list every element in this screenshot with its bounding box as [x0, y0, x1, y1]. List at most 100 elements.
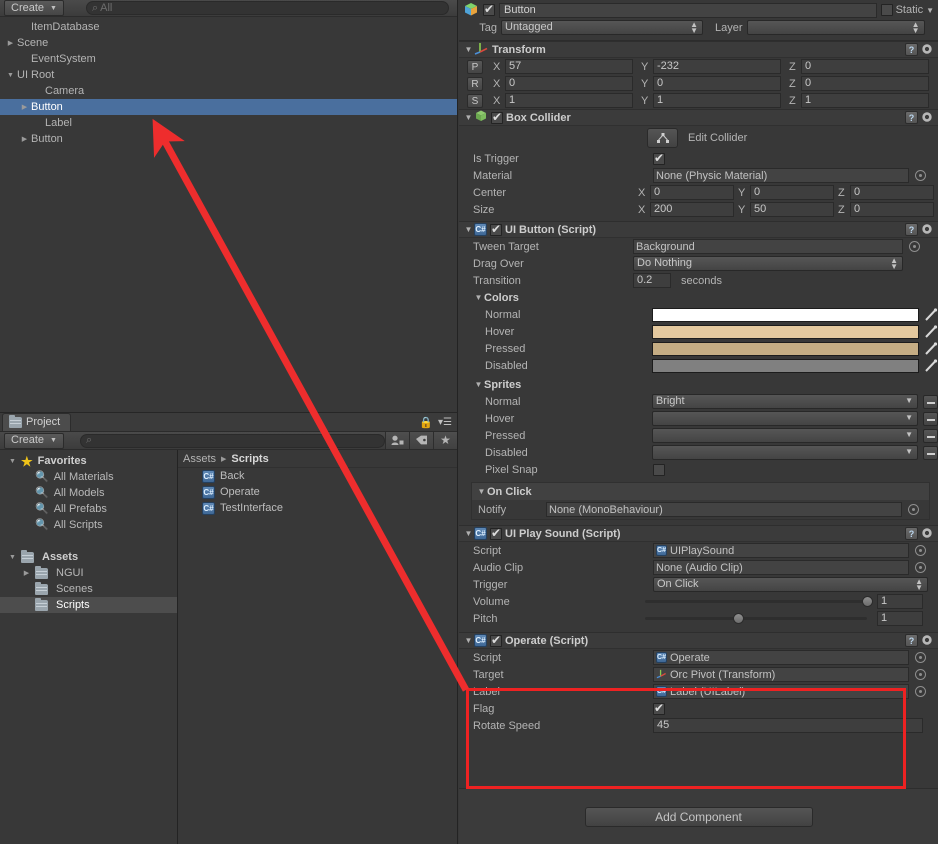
foldout-arrow-icon[interactable]: ▼: [463, 636, 474, 645]
color-swatch[interactable]: [652, 341, 919, 356]
axis-input[interactable]: 1: [653, 93, 781, 108]
component-header-operate[interactable]: ▼ C# Operate (Script) ?: [459, 632, 938, 649]
transform-row-prefix[interactable]: P: [467, 59, 483, 74]
operate-target-picker-icon[interactable]: [915, 669, 926, 680]
size-input[interactable]: 200: [650, 202, 734, 217]
operate-rotate-speed-input[interactable]: 45: [653, 718, 923, 733]
is-trigger-checkbox[interactable]: [653, 151, 665, 165]
operate-label-picker-icon[interactable]: [915, 686, 926, 697]
favorites-icon[interactable]: ★: [433, 432, 457, 449]
pixel-snap-checkbox[interactable]: [653, 463, 665, 476]
tween-target-picker-icon[interactable]: [909, 241, 920, 252]
foldout-arrow-icon[interactable]: ▼: [463, 113, 474, 122]
asset-item[interactable]: C# Operate: [178, 484, 457, 500]
sound-script-picker-icon[interactable]: [915, 545, 926, 556]
foldout-arrow-icon[interactable]: ▼: [473, 293, 484, 302]
pitch-input[interactable]: 1: [877, 611, 923, 626]
tween-target-object-field[interactable]: Background: [633, 239, 903, 254]
gear-icon[interactable]: [921, 634, 934, 647]
tag-dropdown[interactable]: Untagged ▲ ▼: [501, 20, 703, 35]
gameobject-name-field[interactable]: Button: [499, 2, 877, 18]
remove-sprite-button[interactable]: [923, 394, 938, 409]
axis-input[interactable]: -232: [653, 59, 781, 74]
transition-input[interactable]: 0.2: [633, 273, 671, 288]
ui-play-sound-enabled-checkbox[interactable]: [490, 526, 502, 540]
color-swatch[interactable]: [652, 324, 919, 339]
ui-button-enabled-checkbox[interactable]: [490, 222, 502, 236]
foldout-arrow-icon[interactable]: ▼: [6, 458, 19, 465]
foldout-arrow-icon[interactable]: ▼: [4, 72, 17, 79]
hierarchy-item[interactable]: Camera: [0, 83, 457, 99]
edit-collider-button[interactable]: [647, 128, 678, 148]
foldout-arrow-icon[interactable]: ▶: [20, 569, 33, 577]
axis-input[interactable]: 0: [801, 76, 929, 91]
remove-sprite-button[interactable]: [923, 445, 938, 460]
foldout-arrow-icon[interactable]: ▼: [463, 225, 474, 234]
foldout-arrow-icon[interactable]: ▶: [18, 135, 31, 143]
static-toggle[interactable]: Static ▼: [880, 4, 934, 16]
operate-script-picker-icon[interactable]: [915, 652, 926, 663]
sprite-dropdown[interactable]: Bright ▼: [651, 394, 918, 409]
operate-flag-checkbox[interactable]: [653, 701, 665, 715]
foldout-arrow-icon[interactable]: ▼: [463, 529, 474, 538]
sound-script-object-field[interactable]: C# UIPlaySound: [653, 543, 909, 558]
project-tree-item[interactable]: 🔍 All Materials: [0, 469, 177, 485]
hierarchy-search-input[interactable]: ⌕ All: [85, 1, 449, 15]
help-icon[interactable]: ?: [905, 111, 918, 124]
volume-slider-handle[interactable]: [862, 596, 873, 607]
drag-over-dropdown[interactable]: Do Nothing ▲ ▼: [633, 256, 903, 271]
colors-foldout[interactable]: ▼ Colors: [459, 289, 938, 306]
audio-clip-object-field[interactable]: None (Audio Clip): [653, 560, 909, 575]
hierarchy-create-button[interactable]: Create ▼: [4, 0, 64, 16]
asset-item[interactable]: C# Back: [178, 468, 457, 484]
hierarchy-item[interactable]: ItemDatabase: [0, 19, 457, 35]
foldout-arrow-icon[interactable]: ▼: [463, 45, 474, 54]
layer-dropdown[interactable]: ▲ ▼: [746, 20, 925, 35]
eyedropper-icon[interactable]: [924, 324, 938, 339]
transform-row-prefix[interactable]: R: [467, 76, 483, 91]
pitch-slider-handle[interactable]: [733, 613, 745, 624]
project-tree-item[interactable]: Scenes: [0, 581, 177, 597]
component-header-ui-play-sound[interactable]: ▼ C# UI Play Sound (Script) ?: [459, 525, 938, 542]
eyedropper-icon[interactable]: [924, 358, 938, 373]
filter-by-type-icon[interactable]: [385, 432, 409, 449]
operate-enabled-checkbox[interactable]: [490, 633, 502, 647]
foldout-arrow-icon[interactable]: ▼: [476, 487, 487, 496]
help-icon[interactable]: ?: [905, 223, 918, 236]
component-header-transform[interactable]: ▼ Transform ?: [459, 41, 938, 58]
color-swatch[interactable]: [652, 358, 919, 373]
volume-slider[interactable]: [645, 596, 873, 607]
lock-icon[interactable]: 🔒: [419, 416, 433, 429]
project-tree-item[interactable]: Scripts: [0, 597, 177, 613]
axis-input[interactable]: 0: [653, 76, 781, 91]
notify-object-field[interactable]: None (MonoBehaviour): [546, 502, 902, 517]
breadcrumb-root[interactable]: Assets: [183, 453, 216, 465]
project-tree-item[interactable]: ▶ NGUI: [0, 565, 177, 581]
axis-input[interactable]: 0: [505, 76, 633, 91]
component-header-ui-button[interactable]: ▼ C# UI Button (Script) ?: [459, 221, 938, 238]
project-tree-item[interactable]: 🔍 All Models: [0, 485, 177, 501]
help-icon[interactable]: ?: [905, 634, 918, 647]
eyedropper-icon[interactable]: [924, 341, 938, 356]
box-collider-enabled-checkbox[interactable]: [491, 110, 503, 124]
material-object-field[interactable]: None (Physic Material): [653, 168, 909, 183]
material-picker-icon[interactable]: [915, 170, 926, 181]
size-input[interactable]: 50: [750, 202, 834, 217]
hierarchy-item[interactable]: ▼ UI Root: [0, 67, 457, 83]
tab-project[interactable]: Project: [2, 413, 72, 431]
asset-item[interactable]: C# TestInterface: [178, 500, 457, 516]
notify-picker-icon[interactable]: [908, 504, 919, 515]
chevron-down-icon[interactable]: ▼: [926, 6, 934, 15]
gear-icon[interactable]: [921, 527, 934, 540]
trigger-dropdown[interactable]: On Click ▲ ▼: [653, 577, 928, 592]
axis-input[interactable]: 0: [801, 59, 929, 74]
remove-sprite-button[interactable]: [923, 411, 938, 426]
sprites-foldout[interactable]: ▼ Sprites: [459, 376, 938, 393]
foldout-arrow-icon[interactable]: ▼: [6, 554, 19, 561]
foldout-arrow-icon[interactable]: ▶: [4, 39, 17, 47]
gear-icon[interactable]: [921, 43, 934, 56]
project-search-input[interactable]: ⌕: [79, 433, 385, 448]
project-tree-item[interactable]: ▼ ★ Favorites: [0, 453, 177, 469]
add-component-button[interactable]: Add Component: [584, 806, 813, 827]
operate-script-object-field[interactable]: C# Operate: [653, 650, 909, 665]
